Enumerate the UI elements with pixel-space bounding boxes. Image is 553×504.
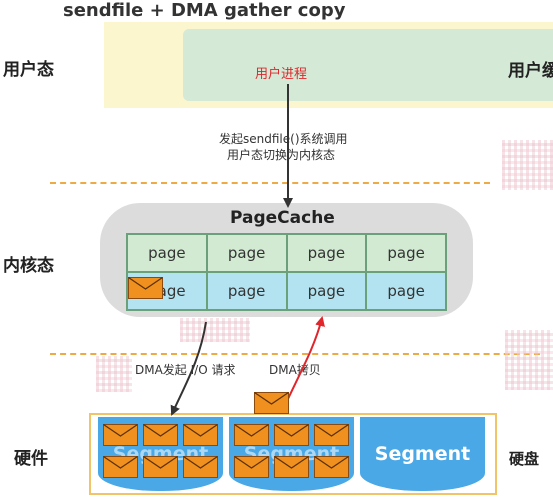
envelope-icon [314, 424, 349, 446]
envelope-icon [254, 392, 289, 414]
envelope-icon [128, 277, 163, 299]
envelope-icon [234, 424, 269, 446]
envelope-icon [234, 456, 269, 478]
envelope-icon [143, 424, 178, 446]
envelope-icon [314, 456, 349, 478]
envelope-icon [103, 424, 138, 446]
dma-io-request-arrow [170, 321, 207, 416]
envelope-icon [183, 456, 218, 478]
envelope-icon [103, 456, 138, 478]
envelope-icon [143, 456, 178, 478]
envelope-icon [183, 424, 218, 446]
envelope-icon [274, 424, 309, 446]
envelope-icon [274, 456, 309, 478]
